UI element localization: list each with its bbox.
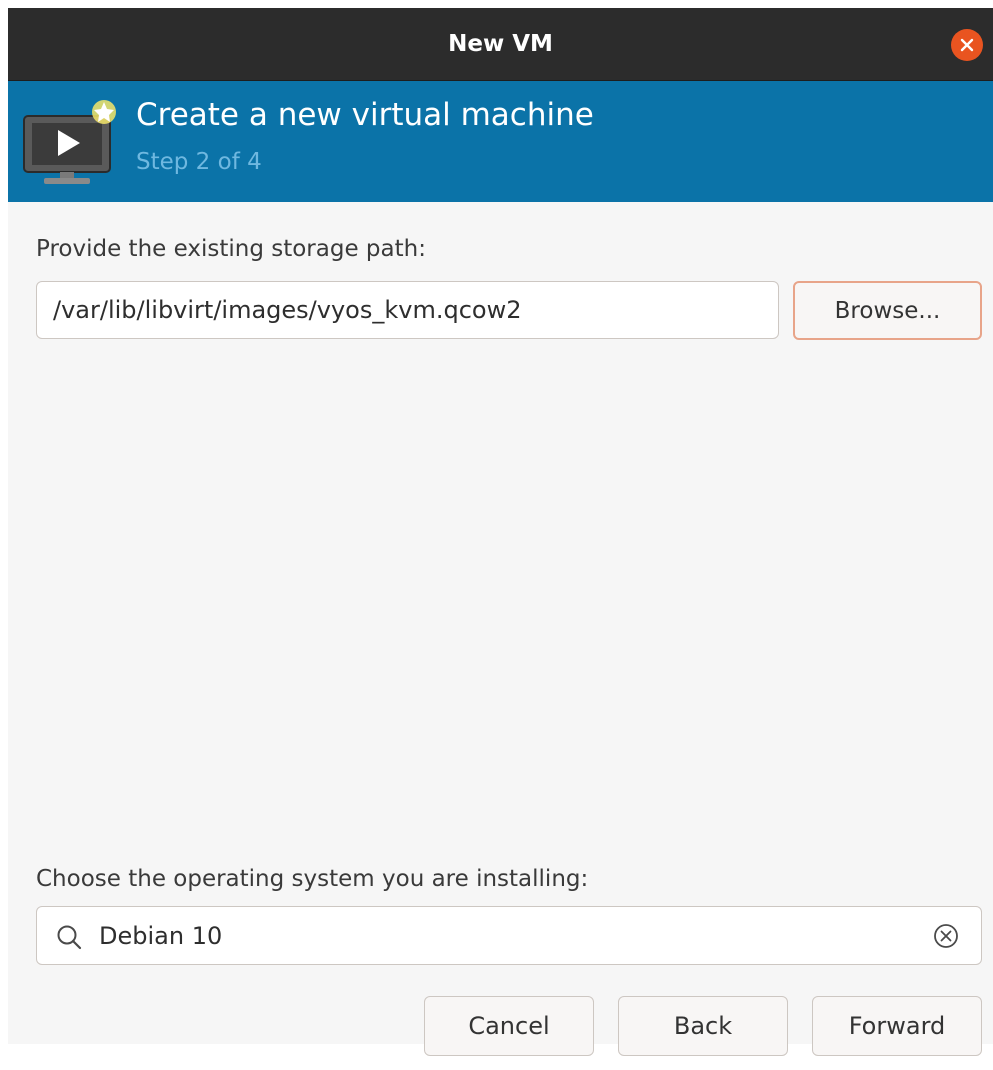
vm-monitor-icon	[23, 100, 116, 184]
storage-path-label: Provide the existing storage path:	[36, 236, 426, 262]
cancel-button[interactable]: Cancel	[424, 996, 594, 1056]
clear-icon[interactable]	[932, 922, 960, 950]
close-icon	[960, 38, 974, 52]
close-button[interactable]	[951, 29, 983, 61]
banner-title: Create a new virtual machine	[136, 97, 594, 133]
window-title: New VM	[448, 31, 553, 57]
forward-button[interactable]: Forward	[812, 996, 982, 1056]
storage-path-input[interactable]	[36, 281, 779, 339]
step-indicator: Step 2 of 4	[136, 149, 262, 175]
back-button[interactable]: Back	[618, 996, 788, 1056]
wizard-banner: Create a new virtual machine Step 2 of 4	[8, 81, 993, 202]
search-icon	[57, 925, 82, 950]
os-search-box[interactable]	[36, 906, 982, 965]
title-bar: New VM	[8, 8, 993, 81]
os-choice-label: Choose the operating system you are inst…	[36, 866, 589, 892]
new-vm-window: New VM Create a new virtual machine Step…	[8, 8, 993, 1056]
browse-button[interactable]: Browse...	[793, 281, 982, 340]
os-search-input[interactable]	[99, 907, 899, 964]
